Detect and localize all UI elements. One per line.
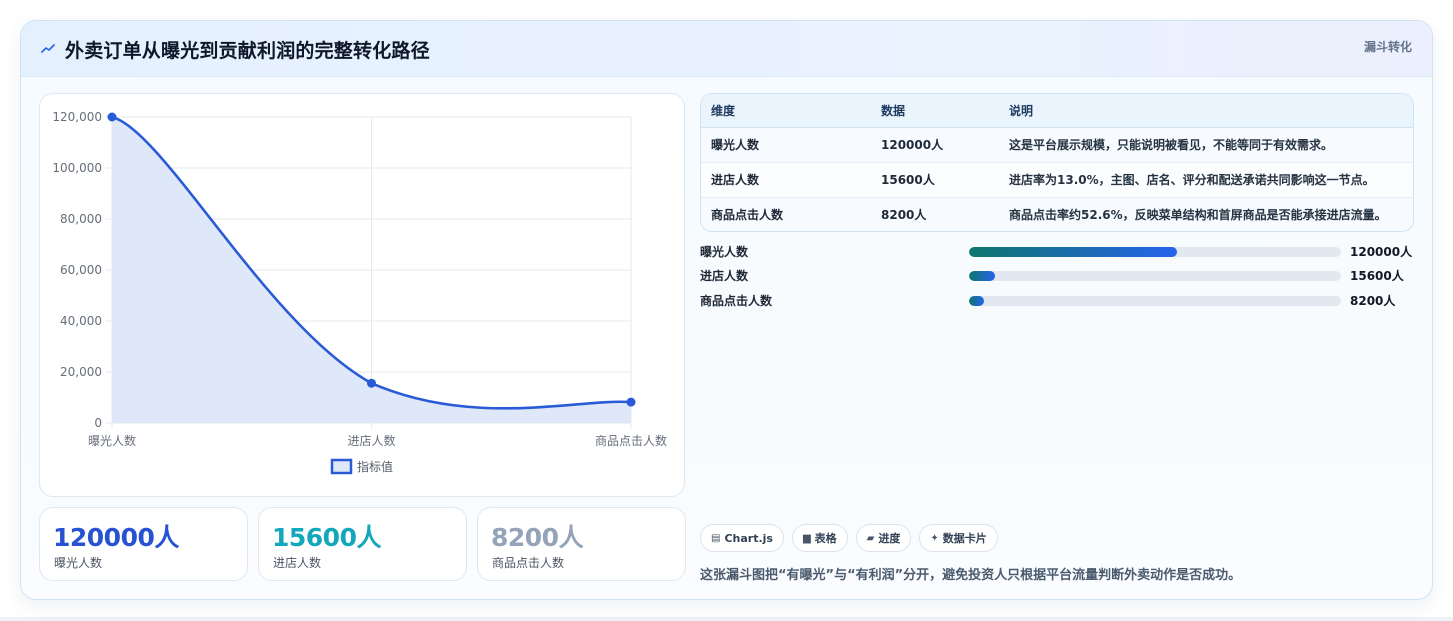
data-point xyxy=(107,112,117,122)
progress-row-exposure: 曝光人数 120000人 xyxy=(700,243,1420,261)
chip-label: 数据卡片 xyxy=(942,532,987,545)
chip-progress[interactable]: ▰ 进度 xyxy=(855,524,912,552)
y-tick-label: 100,000 xyxy=(52,161,102,175)
table-row: 商品点击人数 8200人 商品点击率约52.6%，反映菜单结构和首屏商品是否能承… xyxy=(701,196,1413,231)
kpi-card-store-visits: 15600人 进店人数 xyxy=(258,507,467,581)
chip-data-cards[interactable]: ✦ 数据卡片 xyxy=(919,524,998,552)
kpi-label: 进店人数 xyxy=(273,556,322,570)
y-tick-label: 20,000 xyxy=(60,365,102,379)
funnel-card: 外卖订单从曝光到贡献利润的完整转化路径 漏斗转化 0 20,000 40,000 60… xyxy=(20,20,1433,600)
chip-label: 进度 xyxy=(878,532,901,545)
card-tag: 漏斗转化 xyxy=(1363,40,1412,54)
table-row: 曝光人数 120000人 这是平台展示规模，只能说明被看见，不能等同于有效需求。 xyxy=(701,127,1413,162)
legend-label: 指标值 xyxy=(357,459,393,474)
y-tick-label: 80,000 xyxy=(60,212,102,226)
table-cell: 进店人数 xyxy=(701,161,871,197)
x-tick-label: 商品点击人数 xyxy=(595,433,667,448)
table-header-cell: 维度 xyxy=(701,94,871,128)
progress-track xyxy=(969,296,1341,306)
y-tick-label: 40,000 xyxy=(60,314,102,328)
table-icon: ▆ xyxy=(802,532,811,544)
progress-label: 商品点击人数 xyxy=(700,294,773,308)
table-header-row: 维度 数据 说明 xyxy=(701,94,1413,128)
progress-value: 8200人 xyxy=(1350,294,1396,308)
legend-swatch xyxy=(330,458,353,475)
kpi-value: 8200人 xyxy=(491,523,584,552)
chart-caption: 这张漏斗图把“有曝光”与“有利润”分开，避免投资人只根据平台流量判断外卖动作是否… xyxy=(700,568,1242,583)
table-cell: 商品点击人数 xyxy=(701,196,871,231)
y-tick-label: 0 xyxy=(94,416,102,430)
table-cell: 这是平台展示规模，只能说明被看见，不能等同于有效需求。 xyxy=(1009,138,1334,152)
chart-icon: ▤ xyxy=(711,532,721,544)
kpi-value: 120000人 xyxy=(53,523,179,552)
table-cell: 15600人 xyxy=(871,161,999,197)
progress-value: 15600人 xyxy=(1350,269,1404,283)
kpi-label: 曝光人数 xyxy=(54,556,103,570)
progress-track xyxy=(969,271,1341,281)
progress-fill xyxy=(969,296,984,306)
progress-value: 120000人 xyxy=(1350,245,1413,259)
table-cell: 商品点击率约52.6%，反映菜单结构和首屏商品是否能承接进店流量。 xyxy=(999,196,1413,231)
x-tick-label: 进店人数 xyxy=(347,433,395,448)
sparkle-icon: ✦ xyxy=(930,532,939,544)
y-tick-label: 120,000 xyxy=(52,110,102,124)
progress-fill xyxy=(969,271,996,281)
kpi-value: 15600人 xyxy=(272,523,381,552)
progress-label: 曝光人数 xyxy=(700,245,749,259)
table-cell: 进店率为13.0%，主图、店名、评分和配送承诺共同影响这一节点。 xyxy=(999,161,1413,197)
card-header: 外卖订单从曝光到贡献利润的完整转化路径 漏斗转化 xyxy=(21,21,1432,77)
progress-track xyxy=(969,247,1341,257)
x-tick-label: 曝光人数 xyxy=(88,433,136,448)
table-cell: 120000人 xyxy=(881,138,944,152)
card-title: 外卖订单从曝光到贡献利润的完整转化路径 xyxy=(65,39,430,62)
chip-chartjs[interactable]: ▤ Chart.js xyxy=(700,524,784,552)
data-point xyxy=(367,378,376,388)
progress-icon: ▰ xyxy=(866,532,875,544)
funnel-line-chart: 0 20,000 40,000 60,000 80,000 100,000 120,000 曝… xyxy=(52,110,667,475)
metrics-table: 维度 数据 说明 曝光人数 120000人 这是平台展示规模，只能说明被看见，不… xyxy=(700,93,1414,232)
page-bottom-rule xyxy=(0,617,1453,621)
progress-label: 进店人数 xyxy=(700,269,749,283)
kpi-card-product-clicks: 8200人 商品点击人数 xyxy=(477,507,686,581)
table-row: 进店人数 15600人 进店率为13.0%，主图、店名、评分和配送承诺共同影响这… xyxy=(701,161,1413,197)
tech-chips: ▤ Chart.js ▆ 表格 ▰ 进度 ✦ 数据卡片 xyxy=(700,524,998,552)
progress-row-product-clicks: 商品点击人数 8200人 xyxy=(700,292,1420,310)
kpi-label: 商品点击人数 xyxy=(492,556,565,570)
kpi-card-exposure: 120000人 曝光人数 xyxy=(39,507,248,581)
chip-label: 表格 xyxy=(814,532,837,545)
trend-line-icon xyxy=(41,44,55,53)
progress-fill xyxy=(969,247,1178,257)
chip-label: Chart.js xyxy=(724,531,773,545)
chip-table[interactable]: ▆ 表格 xyxy=(791,524,848,552)
y-tick-label: 60,000 xyxy=(60,263,102,277)
table-header-cell: 数据 xyxy=(871,94,999,128)
table-cell: 8200人 xyxy=(871,196,999,231)
table-header-cell: 说明 xyxy=(999,94,1413,128)
progress-row-store-visits: 进店人数 15600人 xyxy=(700,267,1420,285)
card-title-wrap: 外卖订单从曝光到贡献利润的完整转化路径 xyxy=(41,36,430,62)
chart-panel: 0 20,000 40,000 60,000 80,000 100,000 120,000 曝… xyxy=(39,93,685,497)
table-cell: 曝光人数 xyxy=(711,138,760,152)
data-point xyxy=(626,397,636,407)
